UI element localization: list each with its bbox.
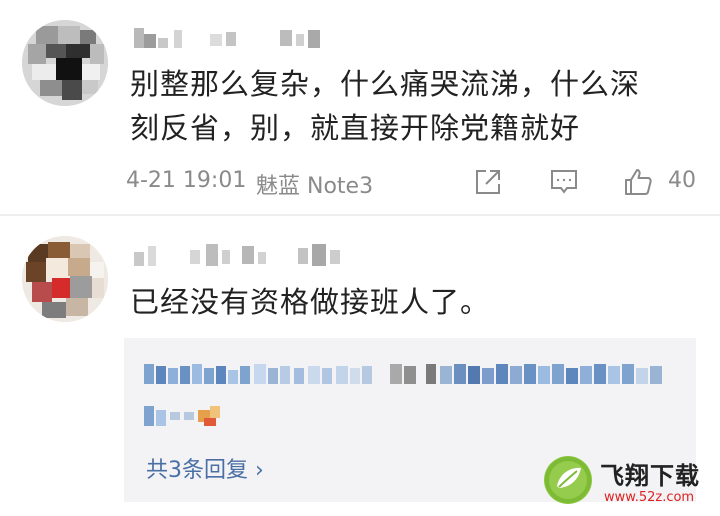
reply-text-blurred [144,364,662,384]
comment-text-line: 别整那么复杂，什么痛哭流涕，什么深 [130,67,641,101]
reply-text-blurred [144,406,220,426]
comment-text-line: 刻反省，别，就直接开除党籍就好 [130,111,581,145]
avatar[interactable] [22,20,108,106]
like-count: 40 [668,168,696,193]
watermark: 飞翔下载 www.52z.com [544,456,716,512]
watermark-url: www.52z.com [604,490,695,505]
thumbs-up-icon[interactable] [622,166,654,198]
comment-item: 别整那么复杂，什么痛哭流涕，什么深 刻反省，别，就直接开除党籍就好 4-21 1… [0,0,720,214]
leaf-logo [544,456,592,504]
watermark-title: 飞翔下载 [600,462,700,490]
avatar[interactable] [22,236,108,322]
comment-time: 4-21 19:01 [126,168,247,193]
username-blurred[interactable] [130,20,390,50]
comment-text: 已经没有资格做接班人了。 [130,285,491,319]
comment-text: 别整那么复杂，什么痛哭流涕，什么深 刻反省，别，就直接开除党籍就好 [130,62,690,150]
comment-icon[interactable] [548,166,580,198]
share-icon[interactable] [472,166,504,198]
comment-feed: 别整那么复杂，什么痛哭流涕，什么深 刻反省，别，就直接开除党籍就好 4-21 1… [0,0,720,516]
more-replies-link[interactable]: 共3条回复 › [146,452,264,484]
username-blurred[interactable] [130,238,390,268]
comment-device: 魅蓝 Note3 [256,174,374,199]
